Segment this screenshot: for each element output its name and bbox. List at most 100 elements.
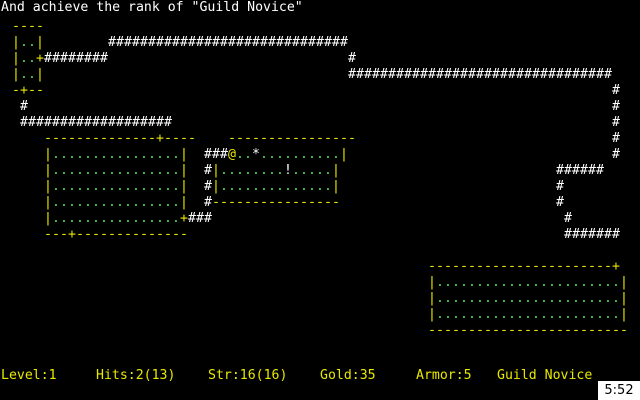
map-row: |..| ################################# (4, 67, 612, 83)
floor-tile: . (524, 275, 532, 290)
floor-tile: . (60, 211, 68, 226)
wall-tile: | (212, 163, 220, 178)
floor-tile: . (492, 307, 500, 322)
corridor-tile: # (108, 35, 116, 50)
wall-tile: - (76, 227, 84, 242)
corridor-tile: # (140, 115, 148, 130)
corridor-tile: # (196, 211, 204, 226)
corridor-tile: # (444, 67, 452, 82)
corridor-tile: # (564, 163, 572, 178)
floor-tile: . (132, 195, 140, 210)
wall-tile: - (596, 259, 604, 274)
corridor-tile: # (196, 35, 204, 50)
wall-tile: - (436, 323, 444, 338)
floor-tile: . (116, 179, 124, 194)
map-row: |................| #|........!.....| ###… (4, 163, 604, 179)
corridor-tile: # (92, 51, 100, 66)
corridor-tile: # (324, 35, 332, 50)
floor-tile: . (260, 147, 268, 162)
wall-tile: - (300, 131, 308, 146)
map-row: |................| #|..............| # (4, 179, 564, 195)
floor-tile: . (124, 195, 132, 210)
floor-tile: . (132, 179, 140, 194)
floor-tile: . (564, 307, 572, 322)
corridor-tile: # (84, 51, 92, 66)
wall-tile: - (484, 323, 492, 338)
wall-tile: - (164, 131, 172, 146)
floor-tile: . (52, 211, 60, 226)
wall-tile: - (564, 323, 572, 338)
map-row: ################### # (4, 115, 620, 131)
wall-tile: | (332, 179, 340, 194)
floor-tile: . (92, 179, 100, 194)
corridor-tile: # (588, 163, 596, 178)
floor-tile: . (172, 211, 180, 226)
corridor-tile: # (236, 35, 244, 50)
floor-tile: . (148, 163, 156, 178)
floor-tile: . (476, 291, 484, 306)
floor-tile: . (460, 291, 468, 306)
wall-tile: - (500, 323, 508, 338)
floor-tile: . (468, 291, 476, 306)
floor-tile: . (132, 163, 140, 178)
corridor-tile: # (612, 227, 620, 242)
floor-tile: . (460, 275, 468, 290)
floor-tile: . (52, 195, 60, 210)
corridor-tile: # (268, 35, 276, 50)
floor-tile: . (556, 307, 564, 322)
floor-tile: . (508, 275, 516, 290)
floor-tile: . (140, 163, 148, 178)
corridor-tile: # (100, 51, 108, 66)
corridor-tile: # (596, 227, 604, 242)
corridor-tile: # (564, 211, 572, 226)
floor-tile: . (300, 179, 308, 194)
wall-tile: - (604, 259, 612, 274)
wall-tile: - (548, 259, 556, 274)
corridor-tile: # (348, 67, 356, 82)
wall-tile: - (116, 131, 124, 146)
floor-tile: . (84, 147, 92, 162)
player-glyph: @ (228, 147, 236, 162)
floor-tile: . (564, 275, 572, 290)
floor-tile: . (596, 275, 604, 290)
wall-tile: - (260, 195, 268, 210)
map-row: |.......................| (4, 307, 628, 323)
floor-tile: . (444, 275, 452, 290)
corridor-tile: # (612, 115, 620, 130)
floor-tile: . (60, 179, 68, 194)
wall-tile: - (564, 259, 572, 274)
floor-tile: . (100, 163, 108, 178)
floor-tile: . (60, 147, 68, 162)
wall-tile: - (276, 195, 284, 210)
corridor-tile: # (252, 35, 260, 50)
corridor-tile: # (564, 67, 572, 82)
floor-tile: . (28, 51, 36, 66)
floor-tile: . (516, 275, 524, 290)
wall-tile: - (532, 259, 540, 274)
corridor-tile: # (180, 35, 188, 50)
wall-tile: | (44, 163, 52, 178)
floor-tile: . (316, 147, 324, 162)
wall-tile: - (148, 227, 156, 242)
floor-tile: . (468, 275, 476, 290)
corridor-tile: # (612, 147, 620, 162)
floor-tile: . (540, 307, 548, 322)
corridor-tile: # (516, 67, 524, 82)
corridor-tile: # (68, 115, 76, 130)
wall-tile: | (180, 163, 188, 178)
corridor-tile: # (612, 83, 620, 98)
floor-tile: . (452, 291, 460, 306)
item-glyph: * (252, 147, 260, 162)
status-level: Level:1 (1, 368, 57, 383)
floor-tile: . (124, 163, 132, 178)
corridor-tile: # (36, 115, 44, 130)
floor-tile: . (612, 307, 620, 322)
wall-tile: - (588, 259, 596, 274)
floor-tile: . (508, 307, 516, 322)
corridor-tile: # (164, 35, 172, 50)
floor-tile: . (452, 307, 460, 322)
game-screen[interactable]: And achieve the rank of "Guild Novice" -… (0, 0, 640, 400)
floor-tile: . (148, 147, 156, 162)
floor-tile: . (164, 179, 172, 194)
corridor-tile: # (260, 35, 268, 50)
